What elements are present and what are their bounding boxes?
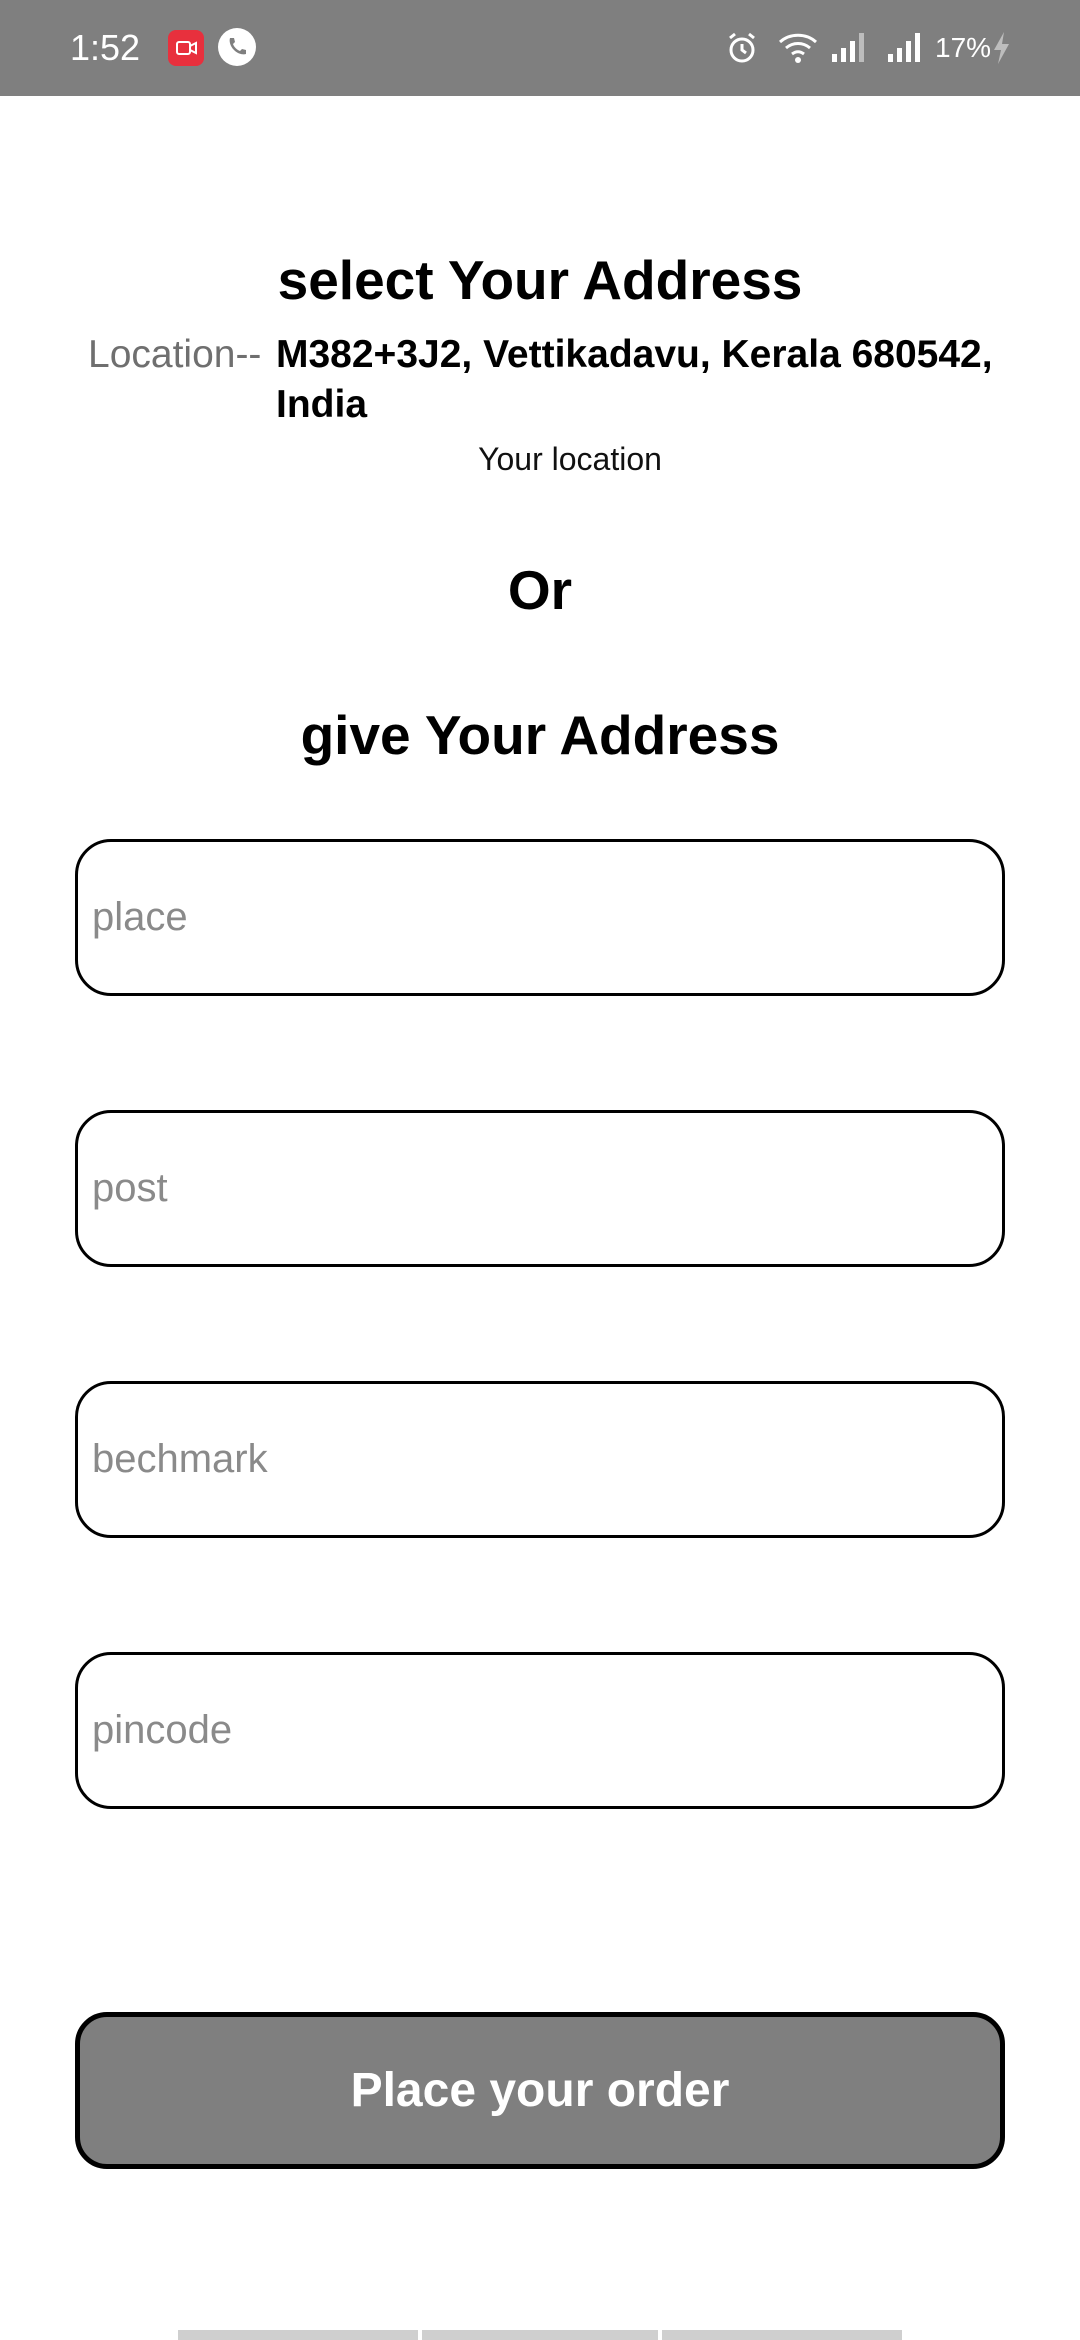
status-bar: 1:52 17% (0, 0, 1080, 96)
battery-level: 17% (935, 32, 992, 63)
signal-icon (886, 30, 926, 71)
screen-record-icon (168, 30, 204, 66)
address-form-title: give Your Address (300, 704, 780, 766)
pincode-input[interactable] (75, 1652, 1005, 1809)
current-location[interactable]: Location-- M382+3J2, Vettikadavu, Kerala… (88, 330, 1048, 440)
alarm-icon (724, 30, 760, 71)
phone-call-icon (218, 28, 256, 66)
place-input[interactable] (75, 839, 1005, 996)
post-input[interactable] (75, 1110, 1005, 1267)
nav-bar-segment (662, 2330, 902, 2340)
location-label: Location-- (88, 333, 262, 376)
page-title: select Your Address (277, 249, 803, 311)
place-order-button[interactable]: Place your order (75, 2012, 1005, 2169)
charging-bolt-icon (990, 30, 1012, 71)
nav-bar-segment (178, 2330, 418, 2340)
status-time: 1:52 (70, 27, 141, 68)
nav-bar-segment (422, 2330, 658, 2340)
location-caption: Your location (478, 441, 662, 477)
wifi-icon (776, 28, 820, 73)
benchmark-input[interactable] (75, 1381, 1005, 1538)
or-divider: Or (507, 559, 573, 621)
signal-icon (830, 30, 870, 71)
location-address: M382+3J2, Vettikadavu, Kerala 680542, In… (276, 333, 993, 426)
